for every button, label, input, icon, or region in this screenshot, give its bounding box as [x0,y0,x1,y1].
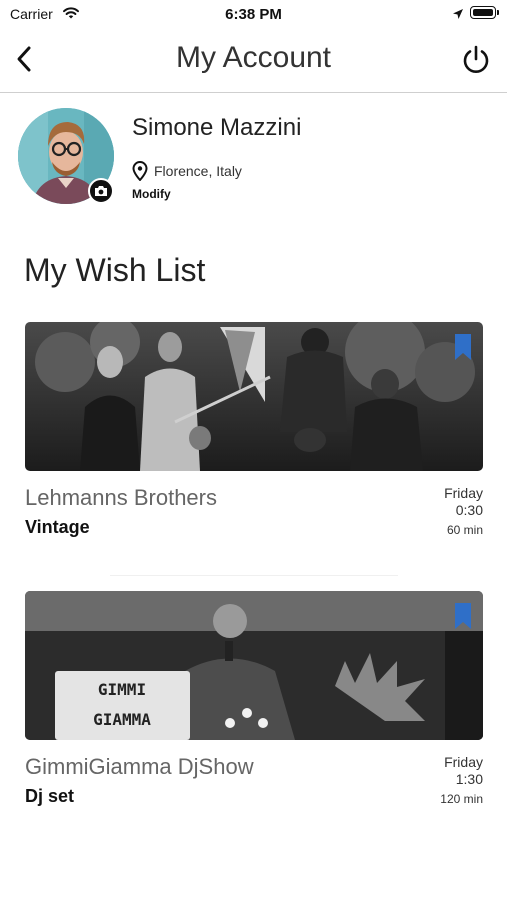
event-title: GimmiGiamma DjShow [25,754,254,779]
event-image[interactable]: GIMMI GIAMMA [25,591,483,740]
map-pin-icon [132,161,148,181]
event-title: Lehmanns Brothers [25,485,217,510]
bookmark-icon[interactable] [455,334,471,365]
event-duration: 60 min [446,523,483,537]
status-bar: Carrier 6:38 PM [0,0,507,28]
change-photo-button[interactable] [88,178,114,204]
battery-icon [470,6,496,19]
event-category: Dj set [25,786,75,806]
event-day: Friday [444,754,483,770]
event-time: 0:30 [455,502,483,518]
profile-name: Simone Mazzini [132,114,302,141]
sign-line-2: GIAMMA [93,710,151,729]
event-day: Friday [444,485,483,501]
profile-location: Florence, Italy [132,161,242,181]
modify-profile-link[interactable]: Modify [132,187,171,201]
wishlist-title: My Wish List [24,252,206,288]
bookmark-icon[interactable] [455,603,471,634]
divider [110,575,398,576]
nav-bar: My Account [0,28,507,93]
power-icon [463,45,489,73]
event-image[interactable] [25,322,483,471]
sign-line-1: GIMMI [98,680,146,699]
battery-tip [497,10,499,15]
event-duration: 120 min [440,792,483,806]
event-time: 1:30 [455,771,483,787]
event-category: Vintage [25,517,90,537]
logout-button[interactable] [458,42,494,78]
camera-icon [95,186,107,196]
clock-time: 6:38 PM [225,6,282,23]
location-label: Florence, Italy [154,163,242,179]
page-title: My Account [175,41,332,74]
location-arrow-icon [452,7,464,25]
